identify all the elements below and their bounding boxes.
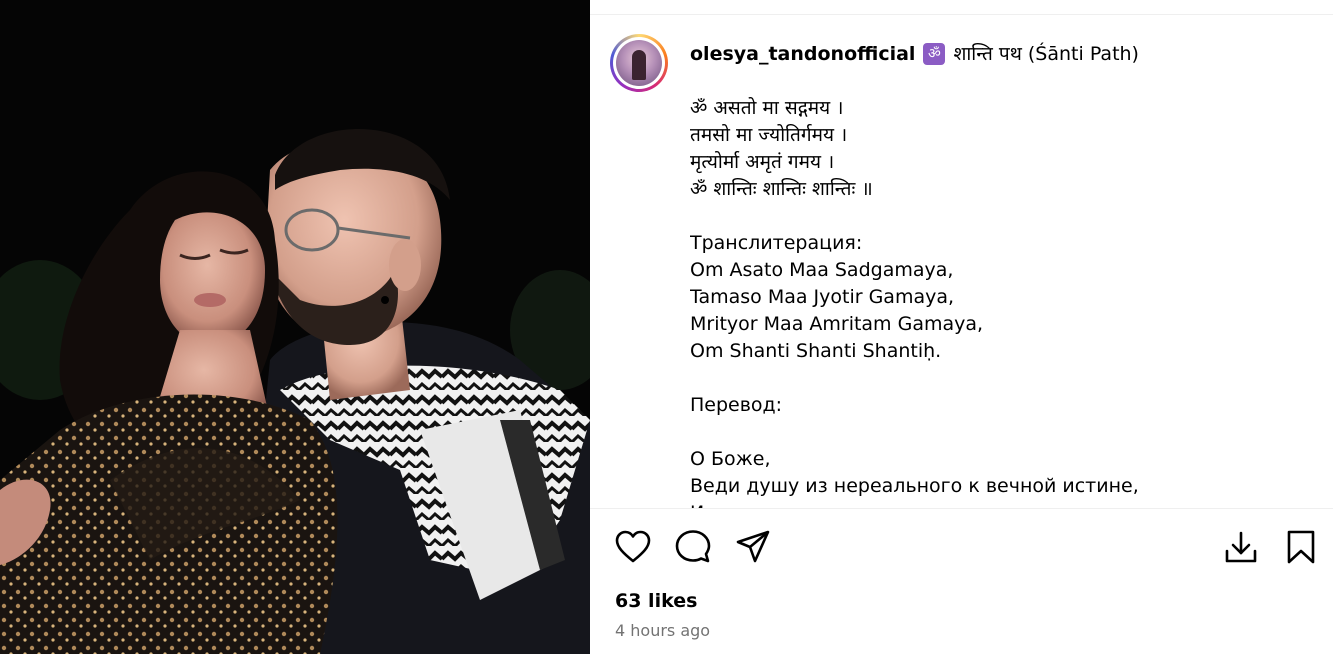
caption-line: Веди душу из нереального к вечной истине… <box>690 475 1139 497</box>
like-button[interactable] <box>613 527 653 567</box>
caption-line: Om Shanti Shanti Shantiḥ. <box>690 340 942 362</box>
caption-line: Om Asato Maa Sadgamaya, <box>690 259 954 281</box>
caption-line: И... <box>690 500 1310 508</box>
caption-line: Tamaso Maa Jyotir Gamaya, <box>690 286 955 308</box>
caption: olesya_tandonofficial ॐ शान्ति पथ (Śānti… <box>690 40 1310 509</box>
post-timestamp[interactable]: 4 hours ago <box>615 621 710 640</box>
post-panel: olesya_tandonofficial ॐ शान्ति पथ (Śānti… <box>590 0 1333 654</box>
caption-line: मृत्योर्मा अमृतं गमय । <box>690 151 835 173</box>
comment-icon <box>675 530 711 563</box>
save-button[interactable] <box>1281 527 1321 567</box>
caption-line: Транслитерация: <box>690 232 863 254</box>
likes-count[interactable]: 63 likes <box>615 590 697 612</box>
photo-illustration <box>0 128 590 654</box>
top-divider <box>590 14 1333 15</box>
caption-line: ॐ असतो मा सद्गमय । <box>690 97 844 119</box>
caption-title: शान्ति पथ (Śānti Path) <box>953 42 1139 65</box>
share-icon <box>736 530 770 563</box>
bookmark-icon <box>1287 530 1315 564</box>
caption-line <box>690 419 1310 446</box>
caption-line <box>690 365 1310 392</box>
caption-line: ॐ शान्तिः शान्तिः शान्तिः ॥ <box>690 178 873 200</box>
avatar[interactable] <box>610 34 668 92</box>
avatar-ring-inner <box>613 37 665 89</box>
caption-header: olesya_tandonofficial ॐ शान्ति पथ (Śānti… <box>690 40 1310 68</box>
caption-line: Перевод: <box>690 394 783 416</box>
comment-button[interactable] <box>673 527 713 567</box>
om-icon: ॐ <box>923 43 946 65</box>
caption-line: О Боже, <box>690 448 771 470</box>
username-link[interactable]: olesya_tandonofficial <box>690 41 915 68</box>
actions-divider <box>590 508 1333 509</box>
download-icon <box>1225 531 1257 563</box>
avatar-image <box>616 40 662 86</box>
caption-line: Mrityor Maa Amritam Gamaya, <box>690 313 984 335</box>
caption-line <box>690 203 1310 230</box>
download-button[interactable] <box>1221 527 1261 567</box>
caption-line: तमसो मा ज्योतिर्गमय । <box>690 124 848 146</box>
post-photo[interactable] <box>0 0 590 654</box>
heart-icon <box>615 530 651 563</box>
action-bar <box>590 527 1333 567</box>
share-button[interactable] <box>733 527 773 567</box>
caption-body: ॐ असतो मा सद्गमय । तमसो मा ज्योतिर्गमय ।… <box>690 95 1310 508</box>
